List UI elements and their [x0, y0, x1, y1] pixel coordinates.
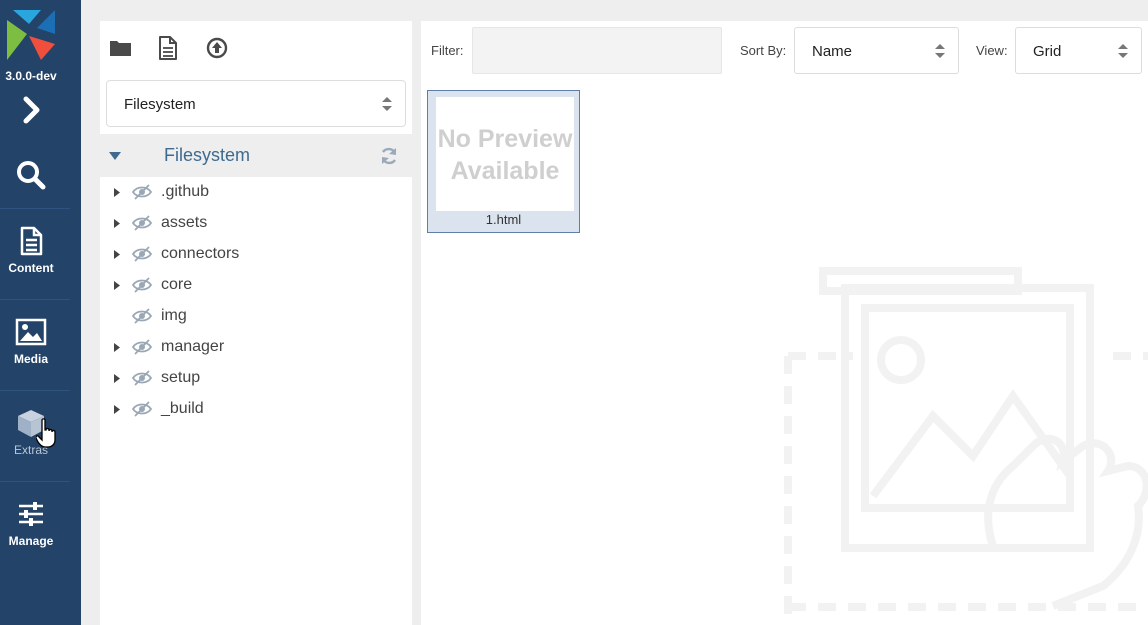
new-file-button[interactable]: [155, 35, 181, 61]
new-file-icon: [159, 36, 177, 60]
media-source-select[interactable]: Filesystem: [106, 80, 406, 127]
version-label: 3.0.0-dev: [5, 69, 57, 83]
nav-item-content[interactable]: Content: [0, 209, 62, 299]
tree-item-label: assets: [161, 214, 208, 231]
tree-item-label: .github: [161, 183, 210, 200]
tree-item-label: manager: [161, 338, 225, 355]
tree-item[interactable]: _build: [100, 394, 412, 425]
caret-down-icon[interactable]: [109, 151, 121, 161]
sort-label: Sort By:: [740, 43, 787, 58]
file-browser-panel: Filter: Sort By: Name View: Grid No Prev…: [421, 21, 1148, 625]
caret-right-icon[interactable]: [114, 281, 120, 290]
file-thumbnail[interactable]: No Preview Available 1.html: [427, 90, 580, 233]
nav-item-manage[interactable]: Manage: [0, 482, 62, 572]
caret-right-icon[interactable]: [114, 188, 120, 197]
file-preview: No Preview Available: [436, 97, 574, 211]
filter-input[interactable]: [472, 27, 722, 74]
eye-slash-icon: [131, 246, 153, 262]
file-tree-panel: Filesystem Filesystem .github assets conne…: [100, 21, 412, 625]
filter-label: Filter:: [431, 43, 464, 58]
tree-item-label: img: [161, 307, 187, 324]
nav-label: Manage: [8, 534, 54, 548]
tree-item[interactable]: connectors: [100, 239, 412, 270]
nav-label: Content: [8, 261, 54, 275]
new-folder-button[interactable]: [108, 35, 134, 61]
image-icon: [15, 318, 47, 346]
sort-by-value: Name: [812, 43, 853, 60]
refresh-icon[interactable]: [379, 146, 399, 166]
sort-arrows-icon: [935, 44, 945, 58]
nav-item-media[interactable]: Media: [0, 300, 62, 390]
tree-root-label: Filesystem: [164, 145, 251, 165]
eye-slash-icon: [131, 277, 153, 293]
search-icon[interactable]: [13, 157, 49, 193]
tree-root-node[interactable]: Filesystem: [100, 134, 412, 177]
main-nav: 3.0.0-dev Content Media Extras Manage: [0, 0, 81, 625]
tree-item-label: core: [161, 276, 193, 293]
eye-slash-icon: [131, 401, 153, 417]
view-value: Grid: [1033, 43, 1062, 60]
tree-item-label: _build: [161, 400, 204, 417]
caret-right-icon[interactable]: [114, 250, 120, 259]
tree-item[interactable]: manager: [100, 332, 412, 363]
folder-icon: [110, 41, 131, 56]
caret-right-icon[interactable]: [114, 343, 120, 352]
upload-button[interactable]: [204, 35, 230, 61]
tree-item-label: connectors: [161, 245, 240, 262]
sliders-icon: [19, 502, 43, 526]
tree-item[interactable]: .github: [100, 177, 412, 208]
tree-item[interactable]: img: [100, 301, 412, 332]
modx-logo[interactable]: [7, 10, 55, 60]
no-preview-text: Available: [450, 157, 560, 185]
eye-slash-icon: [131, 308, 153, 324]
tree-item[interactable]: assets: [100, 208, 412, 239]
hand-cursor-icon: [36, 418, 56, 448]
caret-right-icon[interactable]: [114, 405, 120, 414]
document-icon: [20, 226, 43, 256]
view-select[interactable]: Grid: [1015, 27, 1142, 74]
caret-right-icon[interactable]: [114, 374, 120, 383]
eye-slash-icon: [131, 215, 153, 231]
chevron-right-icon[interactable]: [16, 95, 46, 125]
view-label: View:: [976, 43, 1008, 58]
caret-right-icon[interactable]: [114, 219, 120, 228]
no-preview-text: No Preview: [437, 125, 573, 153]
eye-slash-icon: [131, 184, 153, 200]
tree-item[interactable]: core: [100, 270, 412, 301]
sort-by-select[interactable]: Name: [794, 27, 959, 74]
tree-item-label: setup: [161, 369, 201, 386]
drop-zone-illustration-icon: [784, 267, 1148, 625]
media-source-value: Filesystem: [124, 96, 196, 113]
nav-label: Media: [13, 352, 48, 366]
eye-slash-icon: [131, 370, 153, 386]
upload-icon: [206, 37, 228, 59]
eye-slash-icon: [131, 339, 153, 355]
sort-arrows-icon: [382, 97, 392, 111]
file-name: 1.html: [485, 212, 522, 227]
sort-arrows-icon: [1118, 44, 1128, 58]
tree-item[interactable]: setup: [100, 363, 412, 394]
